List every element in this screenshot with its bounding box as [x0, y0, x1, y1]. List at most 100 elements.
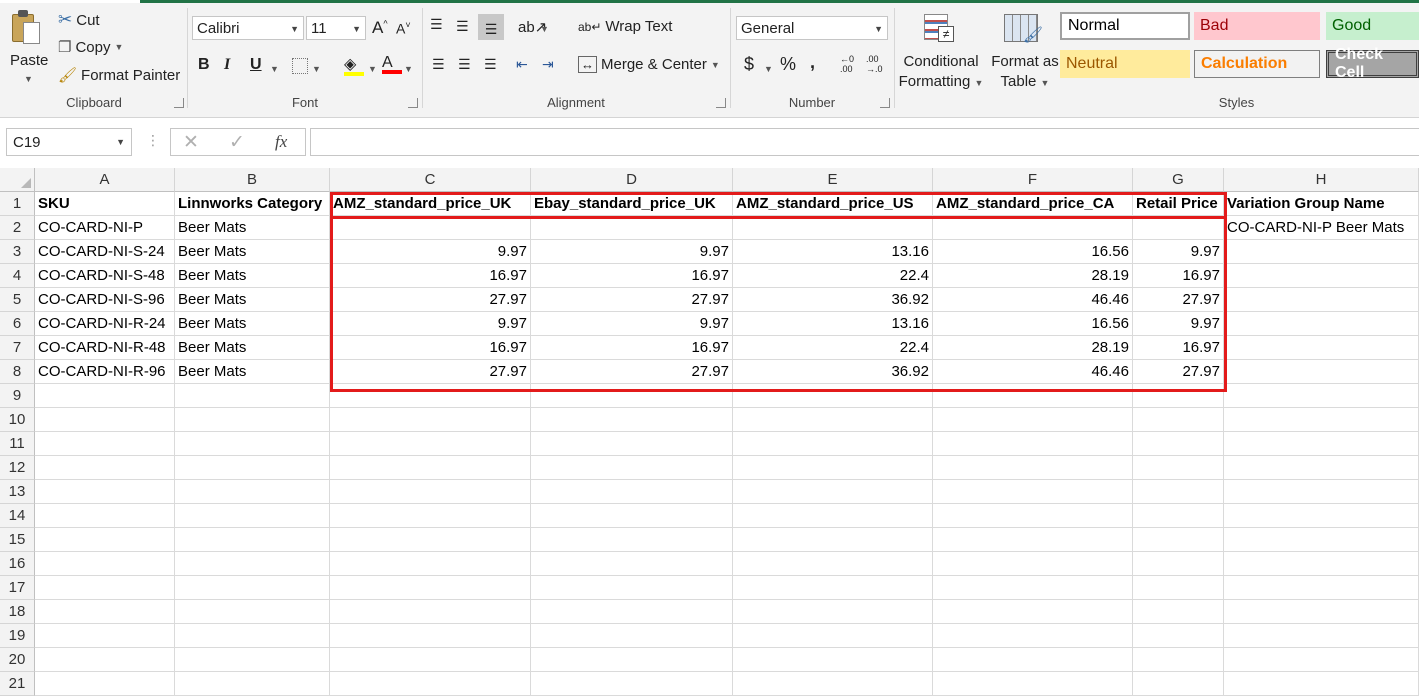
row-header-18[interactable]: 18	[0, 600, 35, 624]
cell-b3[interactable]: Beer Mats	[175, 240, 330, 264]
cell-g15[interactable]	[1133, 528, 1224, 552]
cell-f6[interactable]: 16.56	[933, 312, 1133, 336]
row-header-12[interactable]: 12	[0, 456, 35, 480]
align-left-icon[interactable]: ☰	[432, 56, 445, 73]
wrap-text-button[interactable]: ab↵ Wrap Text	[578, 18, 672, 35]
row-header-13[interactable]: 13	[0, 480, 35, 504]
cell-a2[interactable]: CO-CARD-NI-P	[35, 216, 175, 240]
row-header-9[interactable]: 9	[0, 384, 35, 408]
cell-d2[interactable]	[531, 216, 733, 240]
cell-c7[interactable]: 16.97	[330, 336, 531, 360]
cell-style-good[interactable]: Good	[1326, 12, 1419, 40]
row-header-21[interactable]: 21	[0, 672, 35, 696]
cell-d15[interactable]	[531, 528, 733, 552]
cell-h2[interactable]: CO-CARD-NI-P Beer Mats	[1224, 216, 1419, 240]
cell-e1[interactable]: AMZ_standard_price_US	[733, 192, 933, 216]
increase-indent-icon[interactable]: ⇥	[542, 56, 554, 73]
decrease-indent-icon[interactable]: ⇤	[516, 56, 528, 73]
cell-b16[interactable]	[175, 552, 330, 576]
cell-c6[interactable]: 9.97	[330, 312, 531, 336]
cell-e16[interactable]	[733, 552, 933, 576]
number-format-select[interactable]: General ▼	[736, 16, 888, 40]
cell-b10[interactable]	[175, 408, 330, 432]
increase-decimal-icon[interactable]: ←0.00	[840, 54, 854, 74]
cell-c21[interactable]	[330, 672, 531, 696]
cell-a21[interactable]	[35, 672, 175, 696]
cell-h15[interactable]	[1224, 528, 1419, 552]
cell-b13[interactable]	[175, 480, 330, 504]
cell-e13[interactable]	[733, 480, 933, 504]
column-header-a[interactable]: A	[35, 168, 175, 192]
cell-g7[interactable]: 16.97	[1133, 336, 1224, 360]
merge-center-button[interactable]: ↔ Merge & Center ▼	[578, 56, 720, 73]
cell-h21[interactable]	[1224, 672, 1419, 696]
cell-a5[interactable]: CO-CARD-NI-S-96	[35, 288, 175, 312]
cell-d6[interactable]: 9.97	[531, 312, 733, 336]
cell-g2[interactable]	[1133, 216, 1224, 240]
cell-f18[interactable]	[933, 600, 1133, 624]
paste-button[interactable]: Paste ▼	[0, 6, 56, 88]
cell-c17[interactable]	[330, 576, 531, 600]
cell-g13[interactable]	[1133, 480, 1224, 504]
underline-dropdown-icon[interactable]: ▼	[270, 64, 279, 74]
cell-f9[interactable]	[933, 384, 1133, 408]
cell-g3[interactable]: 9.97	[1133, 240, 1224, 264]
cell-c18[interactable]	[330, 600, 531, 624]
cell-h20[interactable]	[1224, 648, 1419, 672]
cell-a1[interactable]: SKU	[35, 192, 175, 216]
orientation-dropdown-icon[interactable]: ▼	[540, 24, 549, 34]
column-header-d[interactable]: D	[531, 168, 733, 192]
currency-dropdown-icon[interactable]: ▼	[764, 64, 773, 74]
cell-b2[interactable]: Beer Mats	[175, 216, 330, 240]
cell-b21[interactable]	[175, 672, 330, 696]
cell-style-check-cell[interactable]: Check Cell	[1326, 46, 1419, 81]
cell-h3[interactable]	[1224, 240, 1419, 264]
cell-b9[interactable]	[175, 384, 330, 408]
cell-e3[interactable]: 13.16	[733, 240, 933, 264]
borders-icon[interactable]	[292, 58, 308, 74]
cell-f11[interactable]	[933, 432, 1133, 456]
cell-g16[interactable]	[1133, 552, 1224, 576]
cell-e20[interactable]	[733, 648, 933, 672]
align-top-icon[interactable]: ☰	[430, 16, 443, 33]
cell-e7[interactable]: 22.4	[733, 336, 933, 360]
cell-f15[interactable]	[933, 528, 1133, 552]
cell-h19[interactable]	[1224, 624, 1419, 648]
cell-style-neutral[interactable]: Neutral	[1060, 50, 1190, 78]
cut-button[interactable]: ✂ Cut	[58, 10, 100, 30]
cell-d7[interactable]: 16.97	[531, 336, 733, 360]
column-header-g[interactable]: G	[1133, 168, 1224, 192]
cell-g12[interactable]	[1133, 456, 1224, 480]
number-launcher-icon[interactable]	[880, 98, 890, 108]
drag-handle-icon[interactable]: ⋮	[146, 132, 160, 149]
borders-dropdown-icon[interactable]: ▼	[312, 64, 321, 74]
cell-e5[interactable]: 36.92	[733, 288, 933, 312]
cell-g8[interactable]: 27.97	[1133, 360, 1224, 384]
cell-h16[interactable]	[1224, 552, 1419, 576]
cell-b8[interactable]: Beer Mats	[175, 360, 330, 384]
align-middle-icon[interactable]: ☰	[456, 18, 469, 35]
cell-h13[interactable]	[1224, 480, 1419, 504]
cell-b7[interactable]: Beer Mats	[175, 336, 330, 360]
cell-c2[interactable]	[330, 216, 531, 240]
row-header-11[interactable]: 11	[0, 432, 35, 456]
cell-a14[interactable]	[35, 504, 175, 528]
format-painter-button[interactable]: 🖌 Format Painter	[58, 66, 180, 85]
cell-e9[interactable]	[733, 384, 933, 408]
cell-b20[interactable]	[175, 648, 330, 672]
cell-f1[interactable]: AMZ_standard_price_CA	[933, 192, 1133, 216]
cell-style-normal[interactable]: Normal	[1060, 12, 1190, 40]
cell-a13[interactable]	[35, 480, 175, 504]
bold-icon[interactable]: B	[198, 56, 210, 74]
cell-a8[interactable]: CO-CARD-NI-R-96	[35, 360, 175, 384]
cell-c9[interactable]	[330, 384, 531, 408]
cell-e10[interactable]	[733, 408, 933, 432]
cell-a4[interactable]: CO-CARD-NI-S-48	[35, 264, 175, 288]
cell-style-bad[interactable]: Bad	[1194, 12, 1320, 40]
cell-d17[interactable]	[531, 576, 733, 600]
cell-e15[interactable]	[733, 528, 933, 552]
cell-c19[interactable]	[330, 624, 531, 648]
cell-d18[interactable]	[531, 600, 733, 624]
cell-b15[interactable]	[175, 528, 330, 552]
cell-h14[interactable]	[1224, 504, 1419, 528]
